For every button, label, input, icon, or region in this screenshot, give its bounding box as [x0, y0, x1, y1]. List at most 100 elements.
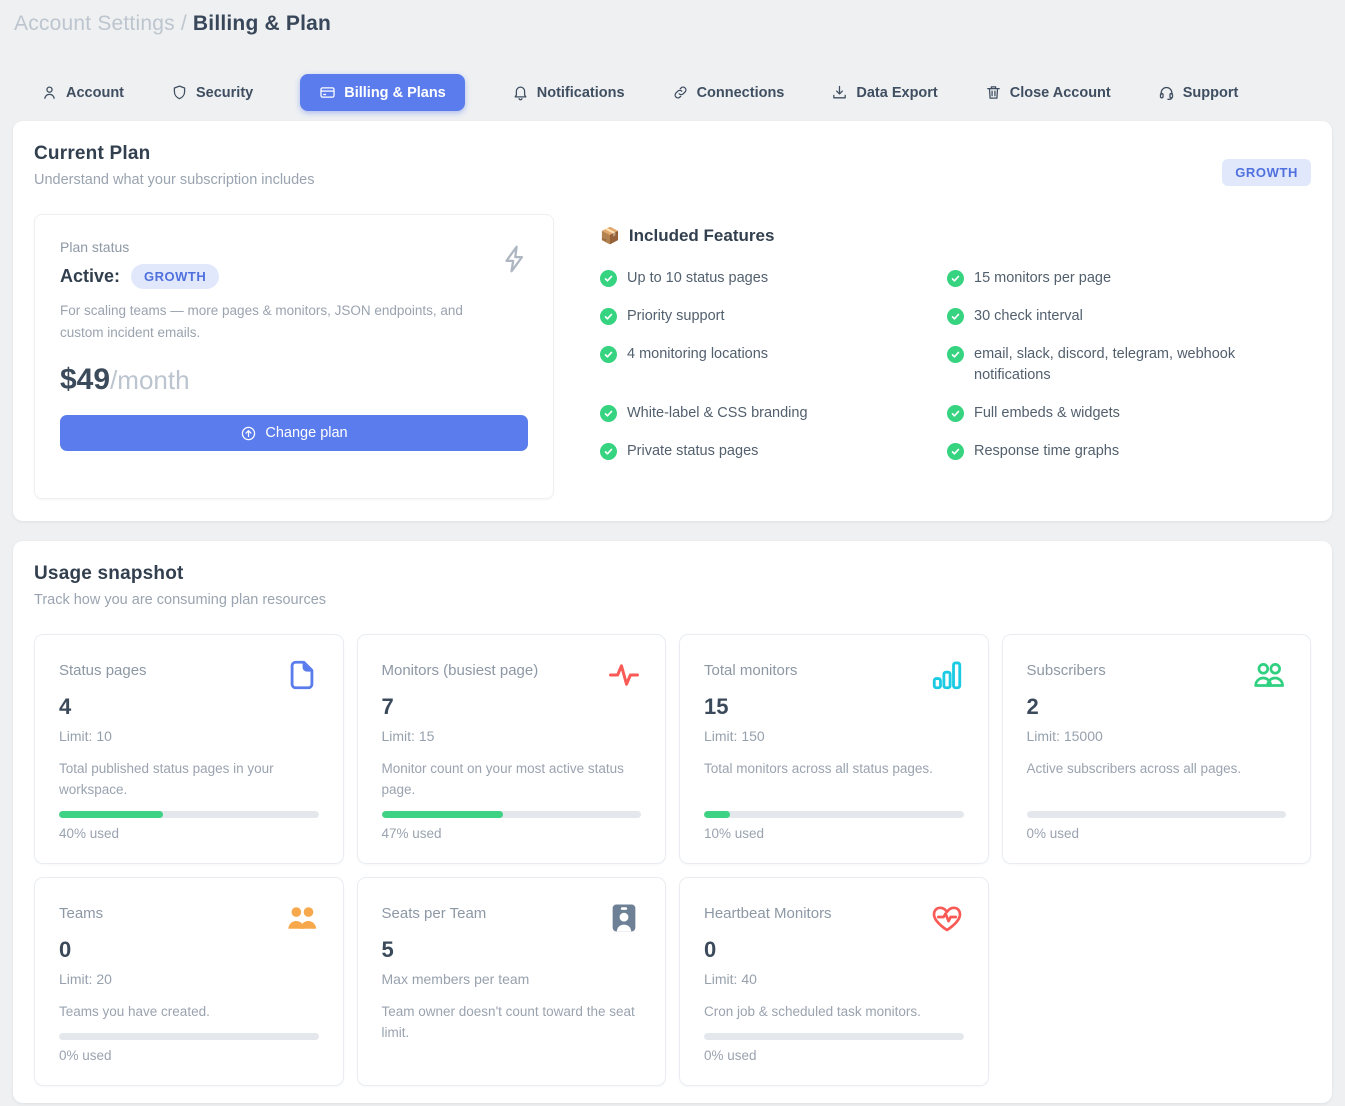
check-circle-icon: [600, 308, 617, 325]
plan-status-label: Plan status: [60, 239, 528, 255]
feature-label: White-label & CSS branding: [627, 403, 808, 425]
usage-card-limit: Limit: 10: [59, 728, 319, 744]
current-plan-subtitle: Understand what your subscription includ…: [34, 172, 1311, 188]
usage-card: Monitors (busiest page)7Limit: 15Monitor…: [357, 634, 667, 864]
feature-item: Response time graphs: [947, 441, 1277, 463]
progress-track: [704, 811, 964, 818]
plan-columns: Plan status Active: GROWTH For scaling t…: [34, 214, 1311, 499]
tab-billing-plans[interactable]: Billing & Plans: [300, 74, 465, 111]
tab-label: Notifications: [537, 85, 625, 101]
check-circle-icon: [947, 308, 964, 325]
progress-track: [59, 1033, 319, 1040]
usage-card: Seats per Team 5 Max members per team Team …: [357, 877, 667, 1086]
breadcrumb-prefix: Account Settings /: [14, 12, 187, 35]
usage-card-value: 0: [704, 937, 964, 963]
usage-card-description: Cron job & scheduled task monitors.: [704, 1002, 964, 1023]
feature-grid: Up to 10 status pagesPriority support4 m…: [600, 268, 1277, 463]
check-circle-icon: [600, 270, 617, 287]
download-icon: [831, 84, 848, 101]
progress-fill: [704, 811, 730, 818]
usage-card-header: Status pages: [59, 657, 319, 692]
feature-item: 30 check interval: [947, 306, 1277, 328]
tab-label: Connections: [697, 85, 785, 101]
current-plan-title: Current Plan: [34, 143, 1311, 165]
usage-card-percent: 0% used: [704, 1048, 964, 1063]
included-features-header: 📦 Included Features: [600, 226, 1277, 246]
usage-card-limit: Limit: 15000: [1027, 728, 1287, 744]
usage-card-value: 7: [382, 694, 642, 720]
feature-label: 4 monitoring locations: [627, 344, 768, 366]
usage-card-value: 15: [704, 694, 964, 720]
usage-card-title: Seats per Team: [382, 900, 487, 922]
progress-track: [382, 811, 642, 818]
trash-icon: [985, 84, 1002, 101]
price-row: $49/month: [60, 363, 528, 397]
progress-fill: [382, 811, 504, 818]
tab-label: Account: [66, 85, 124, 101]
feature-item: Full embeds & widgets: [947, 403, 1277, 425]
feature-label: Priority support: [627, 306, 725, 328]
feature-label: email, slack, discord, telegram, webhook…: [974, 344, 1251, 388]
tab-bar: Account Security Billing & Plans Notificati…: [41, 74, 1345, 111]
included-features-title: Included Features: [629, 226, 774, 246]
shield-icon: [171, 84, 188, 101]
tab-connections[interactable]: Connections: [672, 84, 785, 101]
credit-card-icon: [319, 84, 336, 101]
feature-item: email, slack, discord, telegram, webhook…: [947, 344, 1277, 388]
plan-status-badge: GROWTH: [131, 264, 219, 289]
usage-card: Heartbeat Monitors 0 Limit: 40 Cron job & s…: [679, 877, 989, 1086]
tab-label: Billing & Plans: [344, 85, 446, 101]
usage-card-title: Status pages: [59, 657, 147, 679]
usage-card-percent: 0% used: [59, 1048, 319, 1063]
usage-card-limit: Limit: 40: [704, 971, 964, 987]
plan-price: $49: [60, 363, 110, 396]
usage-card: Subscribers2Limit: 15000Active subscribe…: [1002, 634, 1312, 864]
usage-card-value: 0: [59, 937, 319, 963]
usage-card-description: Monitor count on your most active status…: [382, 759, 642, 801]
tab-account[interactable]: Account: [41, 84, 124, 101]
usage-card: Teams0Limit: 20Teams you have created.0%…: [34, 877, 344, 1086]
usage-card-value: 4: [59, 694, 319, 720]
headset-icon: [1158, 84, 1175, 101]
usage-card-title: Subscribers: [1027, 657, 1106, 679]
usage-card-limit: Limit: 150: [704, 728, 964, 744]
usage-card-percent: 10% used: [704, 826, 964, 841]
change-plan-button[interactable]: Change plan: [60, 415, 528, 451]
check-circle-icon: [947, 405, 964, 422]
feature-item: 4 monitoring locations: [600, 344, 947, 388]
usage-card-header: Monitors (busiest page): [382, 657, 642, 692]
progress-track: [1027, 811, 1287, 818]
usage-card-description: Team owner doesn't count toward the seat…: [382, 1002, 642, 1063]
users-outline-icon: [1252, 658, 1286, 692]
check-circle-icon: [600, 405, 617, 422]
plan-status-text: Active:: [60, 266, 120, 287]
package-icon: 📦: [600, 226, 620, 246]
usage-card-value: 5: [382, 937, 642, 963]
tab-close-account[interactable]: Close Account: [985, 84, 1111, 101]
usage-card-description: Teams you have created.: [59, 1002, 319, 1023]
check-circle-icon: [600, 346, 617, 363]
tab-support[interactable]: Support: [1158, 84, 1239, 101]
tab-label: Data Export: [856, 85, 937, 101]
usage-subtitle: Track how you are consuming plan resourc…: [34, 592, 1311, 608]
tab-data-export[interactable]: Data Export: [831, 84, 937, 101]
usage-card-percent: 0% used: [1027, 826, 1287, 841]
breadcrumb: Account Settings / Billing & Plan: [0, 0, 1345, 36]
bell-icon: [512, 84, 529, 101]
usage-card-header: Total monitors: [704, 657, 964, 692]
tab-label: Security: [196, 85, 253, 101]
usage-card-title: Heartbeat Monitors: [704, 900, 832, 922]
lightning-icon: [499, 239, 531, 279]
usage-card-header: Seats per Team: [382, 900, 642, 935]
pulse-icon: [607, 658, 641, 692]
usage-title: Usage snapshot: [34, 563, 1311, 585]
plan-badge: GROWTH: [1222, 159, 1311, 186]
tab-label: Close Account: [1010, 85, 1111, 101]
usage-snapshot-panel: Usage snapshot Track how you are consumi…: [13, 541, 1332, 1103]
feature-label: Private status pages: [627, 441, 758, 463]
usage-card-limit: Limit: 20: [59, 971, 319, 987]
tab-security[interactable]: Security: [171, 84, 253, 101]
tab-notifications[interactable]: Notifications: [512, 84, 625, 101]
included-features: 📦 Included Features Up to 10 status page…: [600, 214, 1277, 463]
usage-card-limit: Max members per team: [382, 971, 642, 987]
